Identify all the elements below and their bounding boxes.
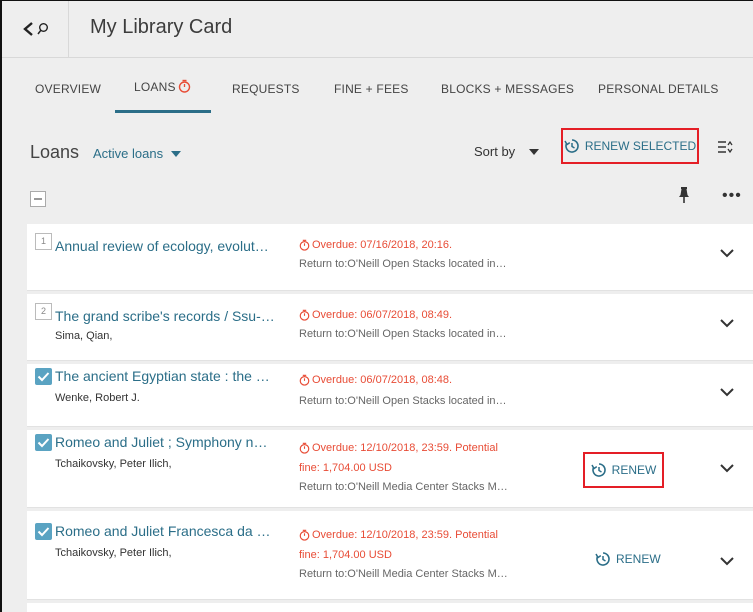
timer-icon	[299, 374, 310, 386]
sort-order-icon[interactable]	[717, 139, 733, 155]
loan-title-link[interactable]: The grand scribe's records / Ssu-…	[55, 308, 275, 324]
sort-by-label: Sort by	[474, 144, 516, 159]
page-title: My Library Card	[90, 16, 233, 38]
renew-label: RENEW	[616, 552, 661, 566]
overdue-status: Overdue: 06/07/2018, 08:48.	[299, 374, 452, 386]
return-location: Return to:O'Neill Open Stacks located in…	[299, 328, 507, 340]
loan-item-checkbox[interactable]	[35, 523, 52, 540]
checkmark-icon	[37, 438, 50, 448]
overdue-text: Overdue: 06/07/2018, 08:49.	[312, 309, 453, 321]
return-location: Return to:O'Neill Media Center Stacks M…	[299, 568, 508, 580]
timer-icon	[299, 239, 310, 251]
caret-down-icon	[529, 148, 540, 155]
renew-selected-label: RENEW SELECTED	[584, 139, 697, 153]
chevron-down-icon[interactable]	[720, 388, 734, 397]
renew-clock-icon	[591, 463, 606, 477]
loan-author: Tchaikovsky, Peter Ilich,	[55, 547, 172, 559]
chevron-down-icon[interactable]	[720, 557, 734, 566]
return-location: Return to:O'Neill Open Stacks located in…	[299, 258, 507, 270]
loans-heading: Loans	[30, 142, 80, 162]
overdue-text: Overdue: 12/10/2018, 23:59. Potential	[312, 529, 498, 541]
overdue-status: Overdue: 07/16/2018, 20:16.	[299, 239, 452, 251]
loans-filter-dropdown[interactable]: Active loans	[93, 146, 182, 161]
sort-by-dropdown[interactable]: Sort by	[474, 144, 540, 159]
loan-item-checkbox[interactable]	[35, 368, 52, 385]
loan-item: 1 Annual review of ecology, evolut… Over…	[27, 224, 753, 291]
caret-down-icon	[171, 150, 182, 157]
return-location: Return to:O'Neill Media Center Stacks M…	[299, 481, 508, 493]
tab-bar: OVERVIEW LOANS REQUESTS FINE + FEES BLOC…	[2, 58, 753, 114]
return-location: Return to:O'Neill Open Stacks located in…	[299, 395, 507, 407]
fine-amount: fine: 1,704.00 USD	[299, 462, 392, 474]
fine-amount: fine: 1,704.00 USD	[299, 549, 392, 561]
tab-loans[interactable]: LOANS	[134, 79, 191, 94]
overdue-status: Overdue: 12/10/2018, 23:59. Potential	[299, 529, 498, 541]
loan-title-link[interactable]: The ancient Egyptian state : the …	[55, 368, 270, 384]
renew-label: RENEW	[611, 463, 657, 477]
timer-icon	[299, 442, 310, 454]
loan-item: Romeo and Juliet Francesca da … Tchaikov…	[27, 511, 753, 600]
overdue-text: Overdue: 06/07/2018, 08:48.	[312, 374, 453, 386]
loan-item: 2 The grand scribe's records / Ssu-… Sim…	[27, 294, 753, 361]
pin-icon[interactable]	[678, 187, 690, 203]
tab-blocks-messages[interactable]: BLOCKS + MESSAGES	[441, 82, 574, 96]
loan-item: The ancient Egyptian state : the … Wenke…	[27, 364, 753, 427]
chevron-down-icon[interactable]	[720, 464, 734, 473]
library-card-app: My Library Card OVERVIEW LOANS REQUESTS …	[2, 1, 753, 612]
loan-author: Tchaikovsky, Peter Ilich,	[55, 458, 172, 470]
select-all-checkbox[interactable]	[30, 191, 46, 207]
more-options-icon[interactable]: •••	[722, 187, 742, 205]
loan-title-link[interactable]: Romeo and Juliet Francesca da …	[55, 523, 271, 539]
overdue-status: Overdue: 12/10/2018, 23:59. Potential	[299, 442, 498, 454]
loan-item-checkbox[interactable]	[35, 434, 52, 451]
loan-title-link[interactable]: Romeo and Juliet ; Symphony n…	[55, 434, 267, 450]
chevron-down-icon[interactable]	[720, 249, 734, 258]
active-tab-indicator	[115, 110, 211, 113]
overdue-text: Overdue: 07/16/2018, 20:16.	[312, 239, 453, 251]
renew-selected-button[interactable]: RENEW SELECTED	[561, 128, 699, 164]
tab-overview[interactable]: OVERVIEW	[35, 82, 101, 96]
search-icon	[36, 23, 48, 35]
checkmark-icon	[37, 372, 50, 382]
loan-item-partial	[27, 603, 753, 612]
tab-loans-label: LOANS	[134, 80, 176, 94]
loan-author: Wenke, Robert J.	[55, 392, 140, 404]
timer-icon	[178, 79, 190, 93]
tab-personal-details[interactable]: PERSONAL DETAILS	[598, 82, 719, 96]
timer-icon	[299, 309, 310, 321]
overdue-status: Overdue: 06/07/2018, 08:49.	[299, 309, 452, 321]
renew-button[interactable]: RENEW	[583, 452, 664, 488]
loan-title-link[interactable]: Annual review of ecology, evolut…	[55, 238, 269, 254]
renew-clock-icon	[595, 552, 610, 566]
tab-fine-fees[interactable]: FINE + FEES	[334, 82, 409, 96]
loan-author: Sima, Qian,	[55, 330, 113, 342]
tab-requests[interactable]: REQUESTS	[232, 82, 300, 96]
loans-filter-label: Active loans	[93, 146, 164, 161]
loan-item-checkbox[interactable]: 2	[35, 303, 52, 320]
loan-item: Romeo and Juliet ; Symphony n… Tchaikovs…	[27, 430, 753, 508]
overdue-text: Overdue: 12/10/2018, 23:59. Potential	[312, 442, 498, 454]
timer-icon	[299, 529, 310, 541]
renew-clock-icon	[564, 139, 579, 153]
back-search-button[interactable]	[2, 1, 69, 57]
loan-item-checkbox[interactable]: 1	[35, 233, 52, 250]
page-header: My Library Card	[2, 1, 753, 58]
chevron-left-icon	[22, 22, 33, 36]
renew-button[interactable]: RENEW	[595, 551, 661, 567]
chevron-down-icon[interactable]	[720, 319, 734, 328]
checkmark-icon	[37, 527, 50, 537]
